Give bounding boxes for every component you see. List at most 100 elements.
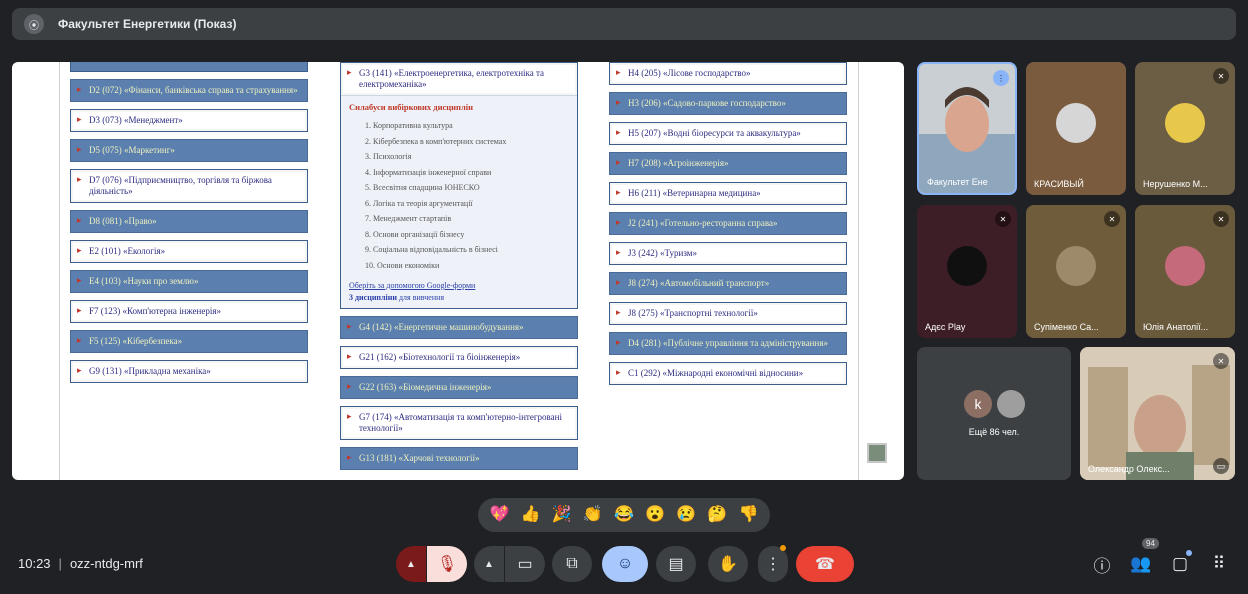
- emoji-button[interactable]: ☺: [602, 546, 648, 582]
- slide-left-margin: [59, 62, 60, 480]
- syllabus-note-text: для вивчення: [396, 293, 445, 302]
- syllabus-item: 8. Основи організації бізнесу: [365, 229, 465, 239]
- people-button[interactable]: 👥: [1129, 552, 1153, 576]
- presentation-screen: D2 (072) «Фінанси, банківська справа та …: [12, 62, 904, 480]
- specialty-item: D8 (081) «Право»: [70, 210, 308, 233]
- syllabus-item: 10. Основи економіки: [365, 260, 440, 270]
- specialty-item: J8 (275) «Транспортні технології»: [609, 302, 847, 325]
- google-form-link[interactable]: Оберіть за допомогою Google-форми: [349, 281, 569, 290]
- mic-muted-icon: ✕: [995, 211, 1011, 227]
- speaking-indicator-icon: ⋮: [993, 70, 1009, 86]
- specialty-item: G9 (131) «Прикладна механіка»: [70, 360, 308, 383]
- info-icon: ⓘ: [1093, 556, 1111, 576]
- syllabus-item: 5. Всесвітня спадщина ЮНЕСКО: [365, 183, 480, 192]
- chat-icon: ▢: [1171, 554, 1189, 573]
- camera-options-button[interactable]: ▲: [474, 546, 504, 582]
- specialty-item: H7 (208) «Агроінженерія»: [609, 152, 847, 175]
- more-options-button[interactable]: ⋮: [758, 545, 788, 582]
- participant-tile[interactable]: КРАСИВЫЙ: [1026, 62, 1126, 195]
- separator: |: [58, 556, 62, 571]
- chevron-up-icon: ▲: [406, 558, 416, 570]
- meeting-details-button[interactable]: ⓘ: [1090, 552, 1114, 576]
- syllabus-note-bold: 3 дисципліни: [349, 293, 397, 302]
- syllabus-item: 1. Корпоративна культура: [365, 121, 453, 130]
- notification-dot: [780, 545, 786, 551]
- hand-icon: ✋: [718, 556, 738, 573]
- syllabus-item: 7. Менеджмент стартапів: [365, 214, 452, 223]
- g3-expanded-card: G3 (141) «Електроенергетика, електротехн…: [340, 62, 578, 309]
- captions-button[interactable]: ▤: [656, 546, 696, 582]
- syllabus-item: 2. Кібербезпека в комп'ютерних системах: [365, 136, 507, 146]
- present-icon: ⧉: [566, 555, 578, 572]
- syllabus-item: 4. Інформатизація інженерної справи: [365, 167, 492, 177]
- mic-off-icon: 🎙: [436, 556, 458, 573]
- reaction-sad[interactable]: 😢: [676, 507, 696, 523]
- reaction-surprised[interactable]: 😮: [645, 507, 665, 523]
- participants-count-badge: 94: [1142, 538, 1159, 549]
- reaction-thinking[interactable]: 🤔: [707, 507, 727, 523]
- specialty-item: E2 (101) «Екологія»: [70, 240, 308, 263]
- participant-tile[interactable]: ✕ Супіменко Са...: [1026, 205, 1126, 338]
- participant-name: Нерушенко М...: [1143, 179, 1208, 189]
- specialty-item: D2 (072) «Фінанси, банківська справа та …: [70, 79, 308, 102]
- participant-avatar: [997, 390, 1025, 418]
- reaction-laugh[interactable]: 😂: [614, 507, 634, 523]
- participant-tile[interactable]: ✕ Адєс Play: [917, 205, 1017, 338]
- participant-name: Адєс Play: [925, 322, 966, 332]
- specialty-item: J3 (242) «Туризм»: [609, 242, 847, 265]
- apps-grid-icon: ⠿: [1212, 554, 1226, 573]
- present-screen-button[interactable]: ⧉: [552, 546, 592, 582]
- self-view-tile[interactable]: ✕ Олександр Олекс... ▭: [1080, 347, 1235, 480]
- slide-thumbnail-icon: [867, 443, 887, 463]
- participant-video: [1080, 347, 1235, 480]
- camera-toggle-button[interactable]: ▭: [505, 546, 545, 582]
- reaction-heart[interactable]: 💖: [490, 507, 510, 523]
- specialty-item: H5 (207) «Водні біоресурси та аквакульту…: [609, 122, 847, 145]
- participant-name: Олександр Олекс...: [1088, 464, 1170, 474]
- specialty-item: E4 (103) «Науки про землю»: [70, 270, 308, 293]
- specialty-item: H4 (205) «Лісове господарство»: [609, 62, 847, 85]
- mic-muted-icon: ✕: [1104, 211, 1120, 227]
- participant-avatar: [1056, 102, 1096, 143]
- cut-item: [70, 62, 308, 72]
- reaction-celebrate[interactable]: 🎉: [552, 507, 572, 523]
- specialties-column-2: G3 (141) «Електроенергетика, електротехн…: [340, 62, 578, 477]
- notification-dot: [1186, 550, 1192, 556]
- leave-call-button[interactable]: ☎: [796, 546, 854, 582]
- more-participants-tile[interactable]: k Ещё 86 чел.: [917, 347, 1071, 480]
- chat-button[interactable]: ▢: [1168, 550, 1192, 576]
- specialty-item: H6 (211) «Ветеринарна медицина»: [609, 182, 847, 205]
- reaction-thumbs-down[interactable]: 👎: [738, 507, 758, 523]
- participant-avatar: [947, 245, 987, 286]
- reaction-thumbs-up[interactable]: 👍: [521, 507, 541, 523]
- participant-tile[interactable]: ✕ Нерушенко М...: [1135, 62, 1235, 195]
- activities-button[interactable]: ⠿: [1207, 552, 1231, 576]
- mic-muted-icon: ✕: [1213, 68, 1229, 84]
- specialties-column-1: D2 (072) «Фінанси, банківська справа та …: [70, 62, 308, 390]
- syllabus-list: 1. Корпоративна культура 2. Кібербезпека…: [349, 118, 569, 273]
- syllabus-title: Силабуси вибіркових дисциплін: [349, 102, 473, 112]
- emoji-icon: ☺: [616, 555, 634, 572]
- participant-avatar: [1165, 245, 1205, 286]
- specialty-item: G4 (142) «Енергетичне машинобудування»: [340, 316, 578, 339]
- syllabus-item: 3. Психологія: [365, 152, 412, 161]
- participant-avatar: k: [964, 390, 992, 418]
- raise-hand-button[interactable]: ✋: [708, 546, 748, 582]
- participant-tile[interactable]: ✕ Юлія Анатолії...: [1135, 205, 1235, 338]
- more-vert-icon: ⋮: [765, 556, 781, 573]
- participant-tile[interactable]: ⋮ Факультет Ене: [917, 62, 1017, 195]
- meeting-code: ozz-ntdg-mrf: [69, 556, 143, 571]
- syllabus-note: 3 дисципліни для вивчення: [349, 293, 569, 302]
- mic-toggle-button[interactable]: 🎙: [427, 546, 467, 582]
- reactions-bar: 💖 👍 🎉 👏 😂 😮 😢 🤔 👎: [478, 498, 770, 532]
- specialty-item: G22 (163) «Біомедична інженерія»: [340, 376, 578, 399]
- participant-name: КРАСИВЫЙ: [1034, 179, 1084, 189]
- specialty-item: F5 (125) «Кібербезпека»: [70, 330, 308, 353]
- specialty-item: D7 (076) «Підприємництво, торгівля та бі…: [70, 169, 308, 203]
- pip-icon[interactable]: ▭: [1213, 458, 1229, 474]
- mic-options-button[interactable]: ▲: [396, 546, 426, 582]
- specialty-item: G7 (174) «Автоматизація та комп'ютерно-і…: [340, 406, 578, 440]
- reaction-clap[interactable]: 👏: [583, 507, 603, 523]
- specialty-item: H3 (206) «Садово-паркове господарство»: [609, 92, 847, 115]
- camera-icon: ▭: [517, 556, 533, 573]
